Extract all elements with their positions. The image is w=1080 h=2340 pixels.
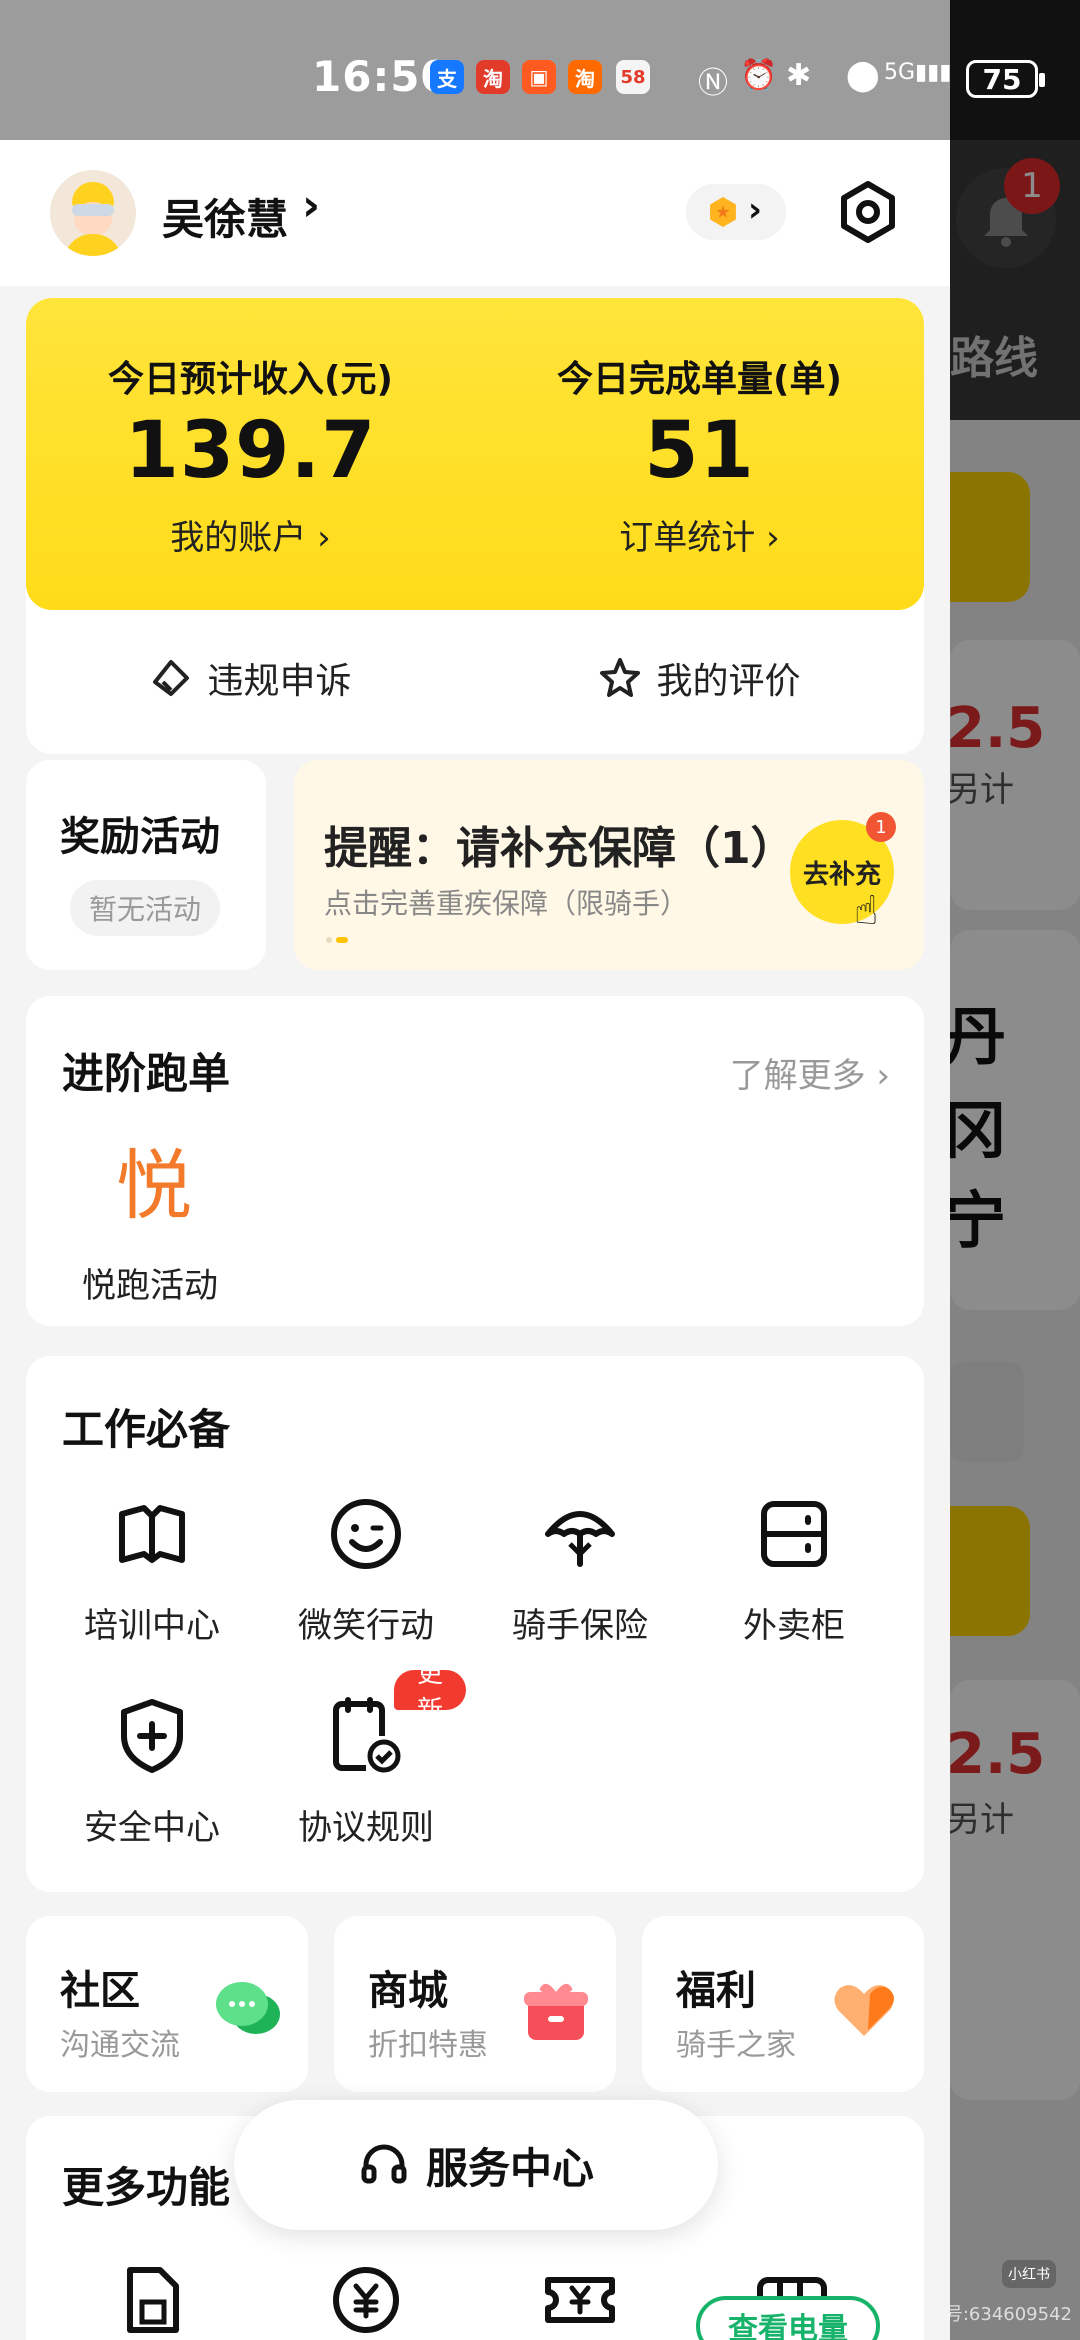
work-essentials-title: 工作必备	[62, 1405, 231, 1454]
reward-activities-card[interactable]: 奖励活动 暂无活动	[26, 760, 266, 970]
gift-app-icon: ▣	[522, 60, 556, 94]
medal-icon	[710, 197, 736, 227]
rider-level-button[interactable]: ›	[686, 184, 786, 240]
dim-overlay[interactable]	[950, 0, 1080, 2340]
signal-icon: 5G▮▮▮	[884, 60, 952, 85]
grid-item-insurance[interactable]: 骑手保险	[480, 1494, 680, 1664]
reward-title: 奖励活动	[60, 814, 220, 860]
income-label: 今日预计收入(元)	[108, 359, 393, 400]
star-icon	[600, 658, 641, 697]
xiaohongshu-badge: 小红书	[1002, 2260, 1056, 2288]
grid-item-locker[interactable]: 外卖柜	[694, 1494, 894, 1664]
yuan-cycle-icon[interactable]	[326, 2260, 406, 2340]
58-icon: 58	[616, 60, 650, 94]
more-functions-title: 更多功能	[62, 2163, 231, 2212]
grid-item-label: 微笑行动	[298, 1606, 434, 1646]
chevron-right-icon: ›	[748, 190, 763, 230]
shield-icon	[121, 1699, 183, 1773]
headset-icon	[361, 2144, 407, 2184]
chevron-right-icon[interactable]: ›	[302, 180, 320, 231]
grid-item-label: 协议规则	[298, 1808, 434, 1848]
order-stats-link[interactable]: 订单统计 ›	[475, 510, 924, 559]
appeal-icon	[153, 660, 190, 696]
grid-item-safety[interactable]: 安全中心	[52, 1696, 252, 1866]
avatar[interactable]	[50, 170, 136, 256]
grid-item-label: 安全中心	[84, 1808, 220, 1848]
income-summary: 今日预计收入(元) 139.7 我的账户 › 今日完成单量(单) 51 订单统计…	[26, 298, 924, 610]
bluetooth-battery-icon: ✱	[786, 58, 812, 93]
yue-run-label[interactable]: 悦跑活动	[82, 1258, 218, 1307]
umbrella-icon	[545, 1511, 615, 1567]
advanced-title: 进阶跑单	[62, 1049, 231, 1098]
mini-card-title: 商城	[368, 1968, 448, 2014]
check-battery-button[interactable]: 查看电量	[696, 2296, 880, 2340]
locker-icon	[761, 1501, 827, 1567]
mini-card-title: 福利	[676, 1968, 756, 2014]
orders-value: 51	[644, 406, 755, 496]
rating-label: 我的评价	[656, 661, 801, 702]
taobao-icon: 淘	[568, 60, 602, 94]
no-activity-tag: 暂无活动	[70, 880, 220, 936]
smile-icon	[331, 1499, 401, 1569]
service-center-label: 服务中心	[425, 2143, 594, 2193]
insurance-reminder-banner[interactable]: 提醒：请补充保障（1） 点击完善重疾保障（限骑手） 去补充 1 ☝	[294, 760, 924, 970]
reminder-subtitle: 点击完善重疾保障（限骑手）	[324, 887, 689, 920]
work-essentials-card: 工作必备 培训中心 微笑行动 骑手保险 外卖柜 安全中心 更新 协议规则	[26, 1356, 924, 1892]
my-account-link[interactable]: 我的账户 ›	[26, 510, 475, 559]
carousel-dots	[326, 928, 366, 943]
mall-card[interactable]: 商城 折扣特惠	[334, 1916, 616, 2092]
profile-header: 吴徐慧 › ›	[0, 140, 950, 286]
taobao-festival-icon: 淘	[476, 60, 510, 94]
grid-item-label: 外卖柜	[743, 1606, 845, 1646]
advanced-running-card: 进阶跑单 了解更多 › 悦 悦跑活动	[26, 996, 924, 1326]
sim-card-icon[interactable]	[112, 2260, 192, 2340]
heart-icon	[834, 1985, 894, 2036]
reminder-badge: 1	[866, 812, 896, 842]
chat-icon	[216, 1982, 280, 2034]
community-card[interactable]: 社区 沟通交流	[26, 1916, 308, 2092]
service-center-button[interactable]: 服务中心	[234, 2100, 718, 2230]
alipay-icon: 支	[430, 60, 464, 94]
update-badge: 更新	[394, 1659, 466, 1726]
ticket-icon[interactable]	[540, 2260, 620, 2340]
mini-card-subtitle: 折扣特惠	[368, 2028, 488, 2063]
mini-card-subtitle: 沟通交流	[60, 2028, 180, 2063]
grid-item-label: 培训中心	[84, 1606, 220, 1646]
gift-icon	[524, 1983, 588, 2040]
side-drawer: 吴徐慧 › › 今日预计收入(元) 139.7 我的账户 › 今日完成单量(单)…	[0, 140, 950, 2340]
learn-more-link[interactable]: 了解更多 ›	[730, 1048, 890, 1097]
yue-run-icon[interactable]: 悦	[116, 1124, 192, 1234]
income-value: 139.7	[124, 406, 377, 496]
book-icon	[119, 1505, 185, 1563]
user-name[interactable]: 吴徐慧	[162, 186, 288, 247]
battery-indicator: 75	[966, 60, 1045, 98]
grid-item-training[interactable]: 培训中心	[52, 1494, 252, 1664]
pointer-hand-icon: ☝	[854, 888, 879, 934]
income-card: 今日预计收入(元) 139.7 我的账户 › 今日完成单量(单) 51 订单统计…	[26, 298, 924, 754]
appeal-button[interactable]: 违规申诉	[26, 638, 475, 718]
grid-item-label: 骑手保险	[512, 1606, 648, 1646]
grid-item-smile[interactable]: 微笑行动	[266, 1494, 466, 1664]
my-rating-button[interactable]: 我的评价	[475, 638, 924, 718]
appeal-label: 违规申诉	[207, 661, 352, 702]
alarm-icon: ⏰	[740, 58, 778, 93]
mini-card-subtitle: 骑手之家	[676, 2028, 796, 2063]
location-icon: ⬤	[846, 58, 880, 93]
mini-card-title: 社区	[60, 1968, 140, 2014]
grid-item-agreement[interactable]: 更新 协议规则	[266, 1659, 466, 1866]
reminder-title: 提醒：请补充保障（1）	[324, 823, 795, 874]
orders-label: 今日完成单量(单)	[557, 359, 842, 400]
settings-icon[interactable]	[836, 180, 900, 244]
nfc-icon: Ⓝ	[698, 66, 728, 101]
welfare-card[interactable]: 福利 骑手之家	[642, 1916, 924, 2092]
